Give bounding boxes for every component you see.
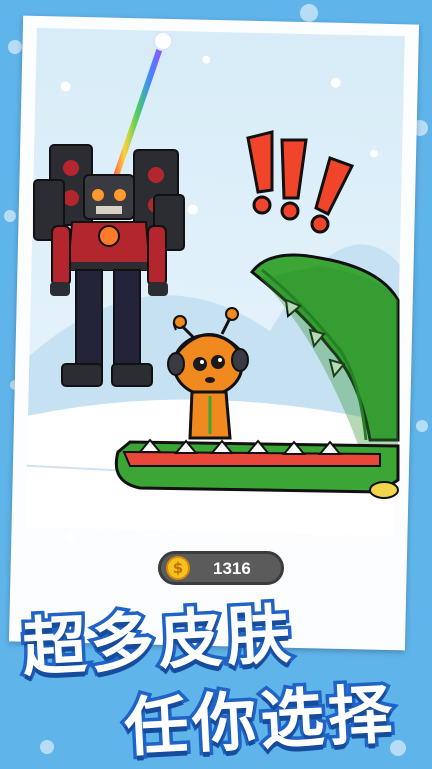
dollar-coin-icon: $: [166, 556, 190, 580]
promo-title-line2: 任你选择: [119, 674, 402, 769]
coin-counter: $ 1316: [158, 551, 284, 585]
coin-count: 1316: [213, 559, 251, 578]
